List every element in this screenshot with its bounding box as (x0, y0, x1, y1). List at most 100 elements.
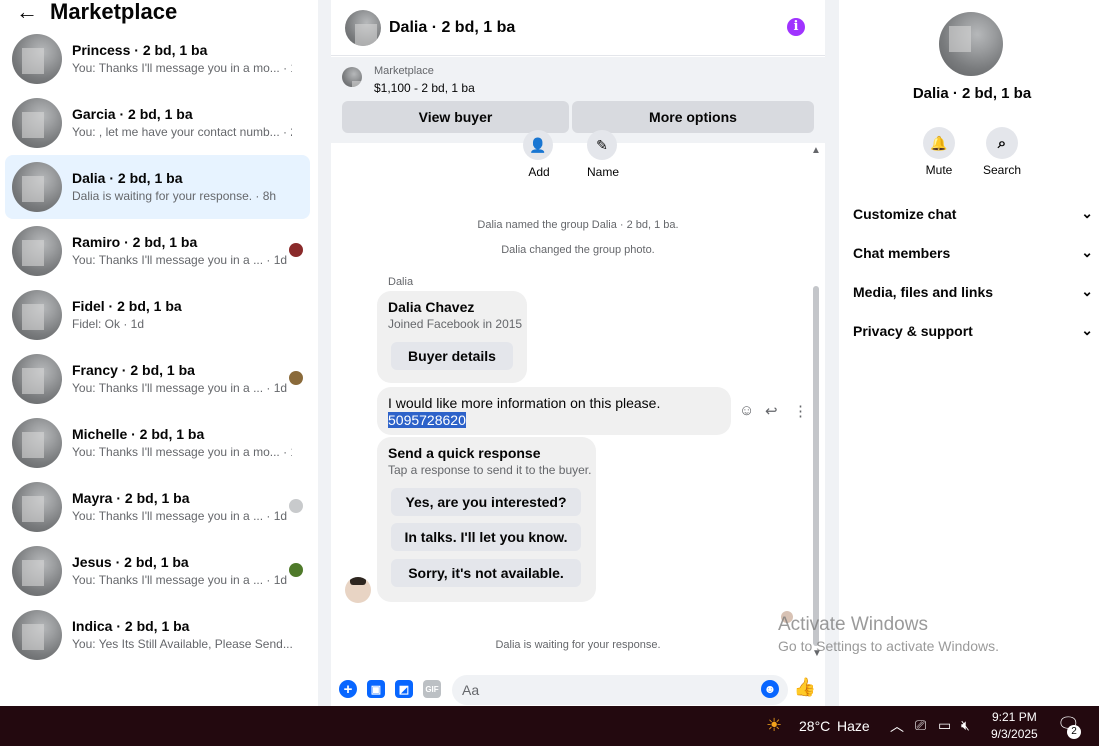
media-files-links-label: Media, files and links (853, 283, 994, 300)
conversation-name: Princess · 2 bd, 1 ba (72, 42, 208, 58)
listing-thumbnail (12, 418, 62, 468)
listing-banner: Marketplace $1,100 - 2 bd, 1 ba View buy… (331, 57, 825, 143)
plus-icon[interactable]: + (339, 680, 357, 698)
volume-muted-icon[interactable]: 🔇︎ (961, 717, 970, 734)
list-item[interactable]: Francy · 2 bd, 1 ba You: Thanks I'll mess… (5, 347, 310, 411)
seen-avatar (289, 499, 303, 513)
conversation-name: Indica · 2 bd, 1 ba (72, 618, 190, 634)
page-title: Marketplace (50, 0, 178, 24)
sticker-icon[interactable]: ◩ (395, 680, 413, 698)
sender-name: Dalia (388, 276, 414, 288)
group-avatar (939, 12, 1003, 76)
message-bubble[interactable]: I would like more information on this pl… (377, 387, 731, 435)
chevron-down-icon: ⌄ (1081, 322, 1093, 338)
chevron-up-icon[interactable]: ︿ (890, 716, 904, 736)
reply-icon[interactable]: ↩ (765, 402, 778, 420)
taskbar: ☀ 28°C Haze ︿ ⎚ ▭ 🔇︎ 9:21 PM 9/3/2025 🗨︎… (0, 706, 1099, 746)
conversation-preview: You: Thanks I'll message you in a ... · … (72, 253, 288, 267)
scroll-up-icon[interactable]: ▲ (811, 145, 821, 156)
privacy-support-row[interactable]: Privacy & support ⌄ (853, 322, 1093, 339)
conversation-name: Fidel · 2 bd, 1 ba (72, 298, 182, 314)
seen-avatar (289, 563, 303, 577)
message-text: I would like more information on this pl… (388, 395, 661, 411)
listing-label: Marketplace (374, 65, 434, 77)
list-item[interactable]: Fidel · 2 bd, 1 ba Fidel: Ok · 1d (5, 283, 310, 347)
listing-price: $1,100 - 2 bd, 1 ba (374, 81, 475, 95)
seen-avatar (289, 243, 303, 257)
conversation-list-panel: ← Marketplace Princess · 2 bd, 1 ba You: … (0, 0, 318, 706)
listing-thumbnail (12, 34, 62, 84)
bell-icon: 🔔 (923, 127, 955, 159)
back-arrow-icon[interactable]: ← (16, 1, 38, 23)
avatar (345, 577, 371, 603)
network-icon[interactable]: ▭ (938, 717, 951, 734)
weather-desc[interactable]: Haze (837, 718, 870, 734)
clock-date[interactable]: 9/3/2025 (991, 727, 1038, 741)
listing-thumbnail (12, 482, 62, 532)
chevron-down-icon: ⌄ (1081, 244, 1093, 260)
gif-icon[interactable]: GIF (423, 680, 441, 698)
conversation-name: Mayra · 2 bd, 1 ba (72, 490, 190, 506)
privacy-support-label: Privacy & support (853, 322, 973, 339)
name-label: Name (586, 165, 619, 179)
quick-reply-in-talks[interactable]: In talks. I'll let you know. (391, 523, 581, 551)
quick-reply-not-available[interactable]: Sorry, it's not available. (391, 559, 581, 587)
chat-title[interactable]: Dalia · 2 bd, 1 ba (389, 19, 515, 37)
activation-watermark-subtitle: Go to Settings to activate Windows. (778, 638, 999, 654)
thumbs-up-icon[interactable]: 👍 (794, 677, 816, 697)
clock-time[interactable]: 9:21 PM (992, 710, 1037, 724)
panel-divider (825, 0, 839, 706)
conversation-preview: You: Thanks I'll message you in a ... · … (72, 573, 288, 587)
chat-header: Dalia · 2 bd, 1 ba i (331, 0, 825, 56)
chat-panel: Dalia · 2 bd, 1 ba i Marketplace $1,100 … (331, 0, 825, 706)
search-icon: ⌕ (986, 127, 1018, 159)
conversation-preview: You: Thanks I'll message you in a mo... … (72, 61, 292, 75)
chat-members-row[interactable]: Chat members ⌄ (853, 244, 1093, 261)
emoji-icon[interactable]: ☻ (761, 680, 779, 698)
conversation-preview: You: Yes Its Still Available, Please Sen… (72, 637, 292, 651)
list-item[interactable]: Princess · 2 bd, 1 ba You: Thanks I'll me… (5, 27, 310, 91)
listing-thumbnail (12, 226, 62, 276)
add-label: Add (528, 165, 550, 179)
composer: + ▣ ◩ GIF Aa ☻ 👍 (331, 672, 825, 706)
message-input[interactable]: Aa (452, 675, 788, 705)
photo-icon[interactable]: ▣ (367, 680, 385, 698)
customize-chat-row[interactable]: Customize chat ⌄ (853, 205, 1093, 222)
mute-button[interactable]: 🔔 Mute (909, 127, 969, 177)
conversation-preview: Fidel: Ok · 1d (72, 317, 145, 331)
quick-reply-yes[interactable]: Yes, are you interested? (391, 488, 581, 516)
add-people-icon[interactable]: 👤 (523, 130, 553, 160)
edit-name-icon[interactable]: ✎ (587, 130, 617, 160)
message-phone-number[interactable]: 5095728620 (388, 412, 466, 428)
media-files-links-row[interactable]: Media, files and links ⌄ (853, 283, 1093, 300)
more-actions-icon[interactable]: ⋮ (793, 402, 808, 420)
listing-thumbnail[interactable] (342, 67, 362, 87)
buyer-details-button[interactable]: Buyer details (391, 342, 513, 370)
react-icon[interactable]: ☺ (739, 402, 754, 419)
listing-thumbnail (12, 290, 62, 340)
conversation-name: Ramiro · 2 bd, 1 ba (72, 234, 198, 250)
search-button[interactable]: ⌕ Search (972, 127, 1032, 177)
list-item[interactable]: Ramiro · 2 bd, 1 ba You: Thanks I'll mess… (5, 219, 310, 283)
list-item[interactable]: Michelle · 2 bd, 1 ba You: Thanks I'll me… (5, 411, 310, 475)
weather-temp[interactable]: 28°C (799, 718, 830, 734)
meet-icon[interactable]: ⎚ (915, 717, 926, 734)
info-icon[interactable]: i (787, 18, 805, 36)
chat-members-label: Chat members (853, 244, 951, 261)
group-avatar[interactable] (345, 9, 381, 46)
list-item[interactable]: Mayra · 2 bd, 1 ba You: Thanks I'll messa… (5, 475, 310, 539)
list-item-active[interactable]: Dalia · 2 bd, 1 ba Dalia is waiting for y… (5, 155, 310, 219)
weather-icon[interactable]: ☀ (766, 715, 782, 736)
listing-thumbnail (12, 162, 62, 212)
list-item[interactable]: Jesus · 2 bd, 1 ba You: Thanks I'll messa… (5, 539, 310, 603)
scrollbar[interactable] (813, 286, 819, 646)
list-item[interactable]: Indica · 2 bd, 1 ba You: Yes Its Still Av… (5, 603, 310, 667)
conversation-preview: You: , let me have your contact numb... … (72, 125, 292, 139)
conversation-preview: Dalia is waiting for your response. · 8h (72, 189, 277, 203)
conversation-name: Dalia · 2 bd, 1 ba (72, 170, 183, 186)
more-options-button[interactable]: More options (572, 101, 814, 133)
system-message: Dalia named the group Dalia · 2 bd, 1 ba… (477, 219, 679, 231)
conversation-name: Michelle · 2 bd, 1 ba (72, 426, 205, 442)
list-item[interactable]: Garcia · 2 bd, 1 ba You: , let me have yo… (5, 91, 310, 155)
view-buyer-button[interactable]: View buyer (342, 101, 569, 133)
